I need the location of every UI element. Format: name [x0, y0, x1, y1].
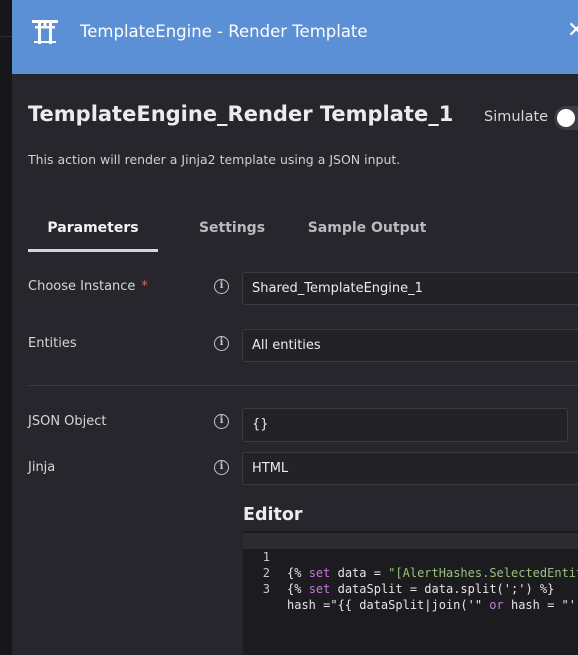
code-text: {% set dataSplit = data.split(';') %} — [287, 582, 555, 596]
choose-instance-label: Choose Instance * — [28, 279, 148, 294]
line-number: 3 — [262, 582, 270, 596]
panel-header: TemplateEngine - Render Template ✕ — [12, 0, 578, 74]
code-text: hash ="{{ dataSplit|join('" or hash = "'… — [287, 598, 578, 612]
action-description: This action will render a Jinja2 templat… — [28, 152, 401, 167]
instance-select[interactable]: Shared_TemplateEngine_1 — [242, 272, 578, 305]
json-object-label: JSON Object — [28, 414, 107, 429]
entities-select[interactable]: All entities — [242, 329, 578, 362]
tab-settings[interactable]: Settings — [188, 210, 276, 252]
action-panel: TemplateEngine - Render Template ✕ Templ… — [12, 0, 578, 655]
info-icon[interactable]: i — [214, 460, 229, 475]
tab-parameters[interactable]: Parameters — [28, 210, 158, 252]
simulate-label: Simulate — [484, 109, 549, 125]
choose-instance-text: Choose Instance — [28, 279, 136, 294]
jinja-label: Jinja — [28, 460, 56, 475]
code-line: 3 hash ="{{ dataSplit|join('" or hash = … — [243, 565, 578, 612]
background-app — [0, 0, 12, 655]
entities-label: Entities — [28, 336, 77, 351]
info-icon[interactable]: i — [214, 414, 229, 429]
code-line: 2 {% set dataSplit = data.split(';') %} — [243, 549, 578, 596]
action-title: TemplateEngine_Render Template_1 — [28, 102, 454, 126]
code-line: 1 {% set data = "[AlertHashes.SelectedEn… — [243, 533, 578, 580]
toggle-knob — [557, 109, 575, 127]
tab-bar: Parameters Settings Sample Output — [28, 210, 578, 252]
section-divider — [28, 385, 578, 386]
simulate-toggle[interactable] — [554, 106, 578, 130]
info-icon[interactable]: i — [214, 336, 229, 351]
close-icon[interactable]: ✕ — [567, 18, 578, 44]
info-icon[interactable]: i — [214, 279, 229, 294]
tab-sample-output[interactable]: Sample Output — [302, 210, 432, 252]
background-divider — [0, 36, 12, 37]
jinja-select[interactable]: HTML — [242, 452, 578, 485]
editor-title: Editor — [243, 505, 303, 525]
json-object-input[interactable]: {} — [242, 408, 568, 442]
torii-gate-icon — [32, 20, 58, 44]
required-marker: * — [141, 279, 148, 294]
header-title: TemplateEngine - Render Template — [80, 22, 368, 41]
code-editor[interactable]: 1 {% set data = "[AlertHashes.SelectedEn… — [243, 531, 578, 655]
